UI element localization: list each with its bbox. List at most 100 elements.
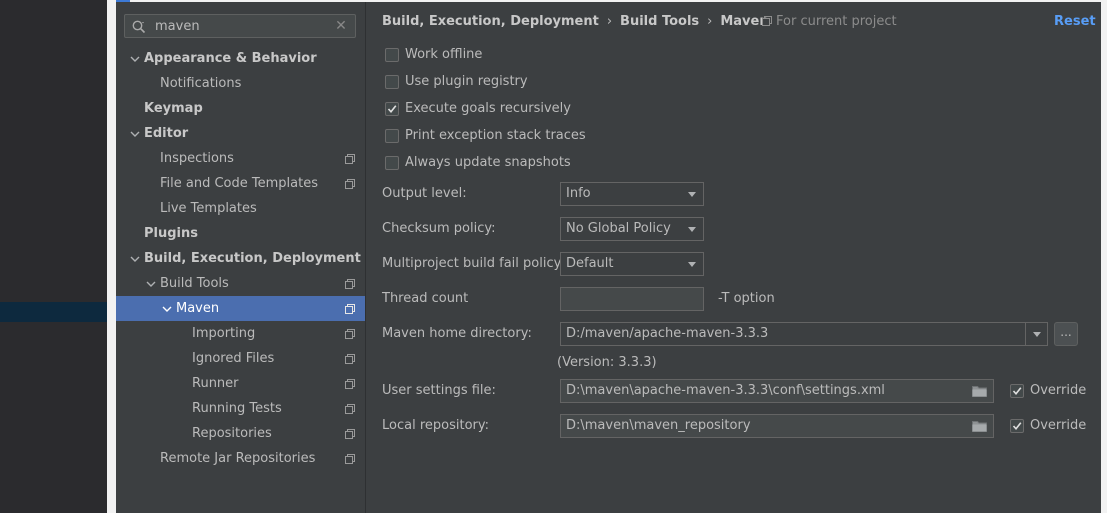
output-level-value: Info: [566, 186, 591, 201]
checkbox[interactable]: [385, 156, 399, 170]
option-label: Always update snapshots: [405, 155, 571, 170]
ide-selection-strip: [0, 302, 107, 322]
sidebar-item-keymap[interactable]: Keymap: [116, 96, 365, 121]
sidebar-item-live-templates[interactable]: Live Templates: [116, 196, 365, 221]
thread-count-input[interactable]: [560, 287, 704, 311]
checksum-policy-label: Checksum policy:: [382, 221, 496, 236]
folder-icon[interactable]: [972, 385, 987, 397]
local-repository-input[interactable]: D:\maven\maven_repository: [560, 414, 994, 438]
sidebar-item-repositories[interactable]: Repositories: [116, 421, 365, 446]
sidebar-item-plugins[interactable]: Plugins: [116, 221, 365, 246]
sidebar-item-label: Keymap: [144, 101, 203, 116]
search-input[interactable]: [155, 17, 335, 35]
option-label: Use plugin registry: [405, 74, 528, 89]
sidebar-item-label: Repositories: [192, 426, 272, 441]
settings-sidebar: ✕ Appearance & Behavior Notifications Keym…: [116, 2, 365, 513]
maven-version-label: (Version: 3.3.3): [557, 355, 657, 370]
fail-policy-label: Multiproject build fail policy:: [382, 256, 565, 271]
ide-background: [0, 0, 107, 513]
checkbox[interactable]: [1010, 419, 1024, 433]
project-scope-icon: [345, 379, 355, 389]
project-scope-icon: [345, 329, 355, 339]
chevron-down-icon[interactable]: [130, 254, 140, 264]
chevron-down-icon[interactable]: [130, 54, 140, 64]
sidebar-item-maven[interactable]: Maven: [116, 296, 365, 321]
sidebar-item-label: Notifications: [160, 76, 242, 91]
user-settings-value: D:\maven\apache-maven-3.3.3\conf\setting…: [566, 383, 885, 398]
for-project-label: For current project: [776, 14, 897, 29]
chevron-down-icon: [688, 192, 696, 197]
checkmark-icon: [387, 105, 397, 114]
sidebar-item-label: Live Templates: [160, 201, 257, 216]
breadcrumb-item: Build, Execution, Deployment: [382, 14, 599, 29]
folder-icon[interactable]: [972, 420, 987, 432]
chevron-down-icon[interactable]: [130, 129, 140, 139]
sidebar-item-editor[interactable]: Editor: [116, 121, 365, 146]
sidebar-item-label: Importing: [192, 326, 256, 341]
project-scope-icon: [345, 304, 355, 314]
sidebar-item-label: Build Tools: [160, 276, 229, 291]
breadcrumb-separator: ›: [606, 14, 613, 29]
checkbox[interactable]: [385, 129, 399, 143]
project-scope-icon: [345, 404, 355, 414]
maven-home-dropdown-button[interactable]: [1026, 322, 1048, 346]
maven-home-browse-button[interactable]: ...: [1054, 322, 1078, 346]
project-scope-icon: [345, 154, 355, 164]
settings-search-box[interactable]: ✕: [124, 14, 356, 38]
option-label: Print exception stack traces: [405, 128, 586, 143]
sidebar-item-label: Plugins: [144, 226, 198, 241]
checkbox[interactable]: [385, 48, 399, 62]
output-level-label: Output level:: [382, 186, 467, 201]
reset-link[interactable]: Reset: [1054, 12, 1096, 32]
sidebar-item-running-tests[interactable]: Running Tests: [116, 396, 365, 421]
sidebar-item-appearance-behavior[interactable]: Appearance & Behavior: [116, 46, 365, 71]
override-label: Override: [1030, 383, 1087, 398]
chevron-down-icon[interactable]: [162, 304, 172, 314]
thread-count-suffix: -T option: [718, 291, 775, 306]
fail-policy-select[interactable]: Default: [560, 252, 704, 276]
thread-count-label: Thread count: [382, 291, 469, 306]
sidebar-item-label: Inspections: [160, 151, 234, 166]
sidebar-item-runner[interactable]: Runner: [116, 371, 365, 396]
breadcrumb-item: Build Tools: [620, 14, 700, 29]
chevron-down-icon[interactable]: [146, 279, 156, 289]
sidebar-item-label: Maven: [176, 301, 220, 316]
sidebar-item-file-and-code-templates[interactable]: File and Code Templates: [116, 171, 365, 196]
checksum-policy-value: No Global Policy: [566, 221, 671, 236]
maven-home-combo[interactable]: D:/maven/apache-maven-3.3.3: [560, 322, 1026, 346]
sidebar-item-importing[interactable]: Importing: [116, 321, 365, 346]
sidebar-item-ignored-files[interactable]: Ignored Files: [116, 346, 365, 371]
sidebar-item-build-execution-deployment[interactable]: Build, Execution, Deployment: [116, 246, 365, 271]
sidebar-item-label: Running Tests: [192, 401, 282, 416]
sidebar-item-label: File and Code Templates: [160, 176, 318, 191]
checkmark-icon: [1012, 422, 1022, 431]
chevron-down-icon: [1033, 332, 1041, 337]
breadcrumb: Build, Execution, Deployment › Build Tools…: [382, 12, 769, 32]
override-label: Override: [1030, 418, 1087, 433]
sidebar-item-build-tools[interactable]: Build Tools: [116, 271, 365, 296]
option-label: Work offline: [405, 47, 483, 62]
project-scope-icon: [345, 179, 355, 189]
chevron-down-icon: [688, 227, 696, 232]
maven-home-label: Maven home directory:: [382, 326, 532, 341]
sidebar-item-label: Runner: [192, 376, 239, 391]
sidebar-item-notifications[interactable]: Notifications: [116, 71, 365, 96]
sidebar-item-inspections[interactable]: Inspections: [116, 146, 365, 171]
fail-policy-value: Default: [566, 256, 614, 271]
output-level-select[interactable]: Info: [560, 182, 704, 206]
clear-search-icon[interactable]: ✕: [334, 19, 348, 33]
sidebar-item-remote-jar-repositories[interactable]: Remote Jar Repositories: [116, 446, 365, 471]
option-label: Execute goals recursively: [405, 101, 571, 116]
checkbox[interactable]: [1010, 384, 1024, 398]
dialog-frame-right: [1101, 0, 1107, 513]
user-settings-input[interactable]: D:\maven\apache-maven-3.3.3\conf\setting…: [560, 379, 994, 403]
sidebar-item-label: Appearance & Behavior: [144, 51, 317, 66]
checkbox[interactable]: [385, 75, 399, 89]
maven-home-value: D:/maven/apache-maven-3.3.3: [566, 326, 769, 341]
checkbox[interactable]: [385, 102, 399, 116]
dialog-frame-left: [107, 0, 116, 513]
checkmark-icon: [1012, 387, 1022, 396]
local-repository-label: Local repository:: [382, 418, 489, 433]
checksum-policy-select[interactable]: No Global Policy: [560, 217, 704, 241]
sidebar-item-label: Remote Jar Repositories: [160, 451, 316, 466]
